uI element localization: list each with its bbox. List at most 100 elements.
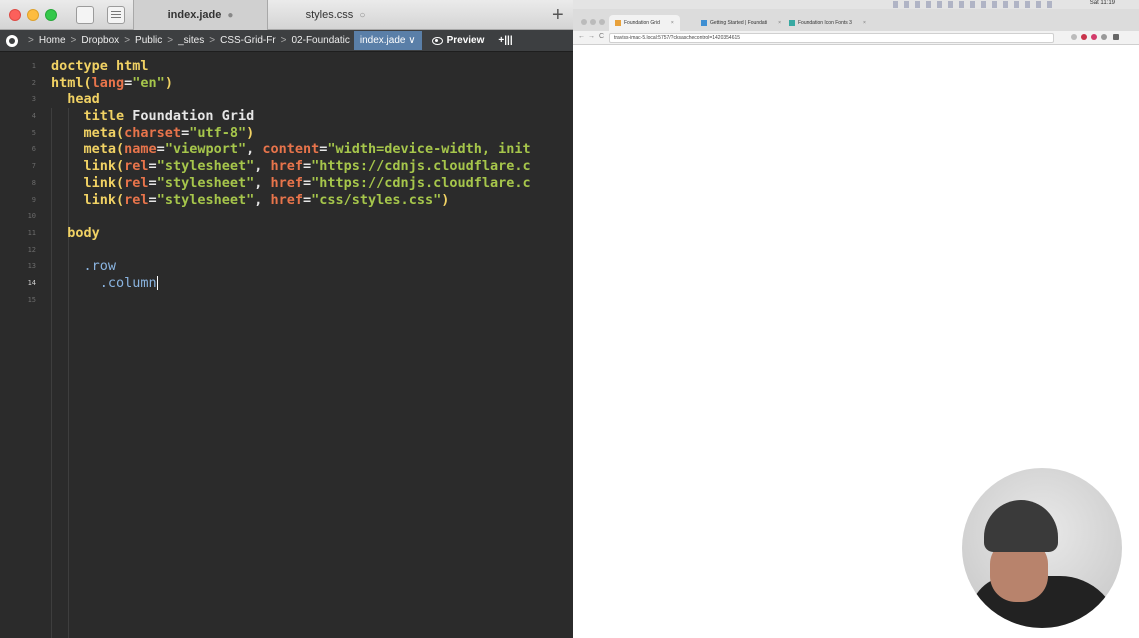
line-number: 13	[27, 262, 36, 271]
code-token: lang	[91, 74, 125, 91]
code-line[interactable]: 5 meta(charset="utf-8")	[0, 125, 573, 142]
code-token: .column	[51, 274, 157, 291]
code-token: body	[51, 224, 100, 241]
browser-tab-strip: Foundation Grid × Getting Started | Foun…	[573, 9, 1139, 31]
browser-close-button[interactable]	[581, 19, 587, 25]
zoom-window-button[interactable]	[45, 9, 57, 21]
code-token: "css/styles.css"	[311, 191, 442, 208]
code-token: charset	[124, 124, 182, 141]
extension-icon[interactable]	[1081, 34, 1087, 40]
browser-tab-label: Getting Started | Foundati	[710, 20, 768, 26]
breadcrumb-public[interactable]: Public	[135, 35, 162, 46]
bookmark-star-icon[interactable]	[1071, 34, 1077, 40]
code-token: )	[164, 74, 173, 91]
code-line[interactable]: 1 doctype html	[0, 58, 573, 75]
code-text: link(rel="stylesheet", href="https://cdn…	[51, 175, 531, 192]
breadcrumb-current-file[interactable]: index.jade ∨	[353, 31, 422, 50]
breadcrumb-dropbox[interactable]: Dropbox	[81, 35, 119, 46]
status-icons	[893, 1, 1053, 8]
code-text: body	[51, 225, 100, 242]
tab-label: index.jade	[167, 9, 222, 21]
browser-zoom-button[interactable]	[599, 19, 605, 25]
line-number: 1	[31, 62, 36, 70]
minimize-window-button[interactable]	[27, 9, 39, 21]
close-tab-icon[interactable]: ×	[671, 20, 674, 26]
code-token: ,	[254, 158, 271, 175]
code-line[interactable]: 8 link(rel="stylesheet", href="https://c…	[0, 175, 573, 192]
sidebar-toggle-button[interactable]	[76, 6, 94, 24]
line-number: 8	[31, 178, 36, 187]
code-token: name	[124, 141, 157, 158]
extension-icon[interactable]	[1091, 34, 1097, 40]
code-token: "stylesheet"	[156, 158, 255, 175]
menu-icon[interactable]	[1113, 34, 1119, 40]
close-window-button[interactable]	[9, 9, 21, 21]
code-token: =	[303, 174, 312, 191]
breadcrumb: > Home > Dropbox > Public > _sites > CSS…	[0, 30, 573, 52]
browser-tab-foundation-icons[interactable]: Foundation Icon Fonts 3 ×	[783, 15, 872, 31]
file-list-button[interactable]	[107, 6, 125, 24]
webcam-overlay	[962, 468, 1122, 628]
code-line[interactable]: 3 head	[0, 91, 573, 108]
chevron-right-icon: >	[28, 35, 34, 46]
foundation-docs-favicon-icon	[701, 20, 707, 26]
code-token: )	[441, 191, 450, 208]
breadcrumb-foundation[interactable]: 02-Foundatic	[292, 35, 350, 46]
code-token: content	[262, 141, 320, 158]
code-token: link(	[51, 174, 125, 191]
code-line[interactable]: 11 body	[0, 225, 573, 242]
webcam-person-beanie	[984, 500, 1058, 552]
code-line[interactable]: 12	[0, 242, 573, 259]
tab-styles-css[interactable]: styles.css ○	[268, 0, 403, 30]
line-number: 12	[27, 245, 36, 254]
back-button[interactable]: ←	[578, 33, 585, 40]
close-tab-icon[interactable]: ×	[863, 20, 866, 26]
code-line[interactable]: 15	[0, 292, 573, 309]
code-line[interactable]: 2 html(lang="en")	[0, 75, 573, 92]
reload-button[interactable]: C	[599, 33, 604, 40]
code-token: head	[51, 91, 100, 108]
code-token: "en"	[132, 74, 165, 91]
chevron-down-icon: ∨	[408, 35, 416, 46]
code-token: ,	[254, 191, 271, 208]
tab-index-jade[interactable]: index.jade ●	[133, 0, 268, 30]
browser-tab-foundation-grid[interactable]: Foundation Grid ×	[609, 15, 680, 31]
browser-minimize-button[interactable]	[590, 19, 596, 25]
code-line[interactable]: 14 .column	[0, 275, 573, 292]
code-area[interactable]: 1 doctype html 2 html(lang="en") 3 head 4 tit…	[0, 58, 573, 308]
code-line[interactable]: 13 .row	[0, 258, 573, 275]
line-number: 7	[31, 162, 36, 171]
preview-label: Preview	[446, 35, 485, 46]
code-text: meta(charset="utf-8")	[51, 124, 255, 142]
extension-icon[interactable]	[1101, 34, 1107, 40]
code-token: =	[303, 191, 312, 208]
code-text: meta(name="viewport", content="width=dev…	[51, 141, 531, 158]
eye-icon	[431, 36, 443, 45]
code-token: .row	[51, 258, 117, 275]
split-pane-button[interactable]: +|||	[498, 35, 512, 46]
code-line[interactable]: 6 meta(name="viewport", content="width=d…	[0, 141, 573, 158]
breadcrumb-home[interactable]: Home	[39, 35, 66, 46]
chevron-right-icon: >	[167, 35, 174, 46]
code-token: meta(	[51, 124, 125, 141]
code-token: )	[246, 124, 255, 141]
code-line[interactable]: 7 link(rel="stylesheet", href="https://c…	[0, 158, 573, 175]
project-icon[interactable]	[6, 34, 18, 47]
code-line[interactable]: 9 link(rel="stylesheet", href="css/style…	[0, 192, 573, 209]
breadcrumb-sites[interactable]: _sites	[178, 35, 204, 46]
address-bar[interactable]: traviss-imac-5.local:5757/?cksaschecontr…	[609, 33, 1054, 43]
close-tab-icon[interactable]: ○	[359, 10, 365, 21]
chevron-right-icon: >	[209, 35, 216, 46]
code-line[interactable]: 10	[0, 208, 573, 225]
code-text: title Foundation Grid	[51, 108, 255, 125]
browser-tab-getting-started[interactable]: Getting Started | Foundati ×	[695, 15, 787, 31]
breadcrumb-css-grid[interactable]: CSS-Grid-Fr	[220, 35, 276, 46]
code-token: href	[270, 158, 304, 175]
close-tab-icon[interactable]: ×	[778, 20, 781, 26]
new-tab-button[interactable]: +	[552, 4, 564, 27]
code-line[interactable]: 4 title Foundation Grid	[0, 108, 573, 125]
forward-button[interactable]: →	[588, 33, 595, 40]
preview-button[interactable]: Preview	[431, 35, 485, 46]
code-text: link(rel="stylesheet", href="css/styles.…	[51, 191, 450, 209]
code-token: doctype html	[51, 58, 149, 74]
